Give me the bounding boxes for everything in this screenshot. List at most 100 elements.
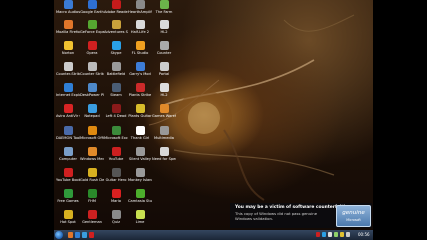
game-icon xyxy=(112,189,121,198)
desktop-icon[interactable]: Notepad xyxy=(80,104,104,124)
game-icon xyxy=(160,41,169,50)
desktop-icon-label: HL2 xyxy=(160,93,168,97)
desktop-icon[interactable]: Games Warehouse xyxy=(152,104,176,124)
desktop-icon[interactable]: Google Earth xyxy=(80,0,104,20)
desktop-icon-label: Gentleman xyxy=(82,220,102,224)
desktop-icon[interactable]: Need for Speed xyxy=(152,147,176,167)
desktop-icon[interactable]: DAEMON Tools Lite xyxy=(56,126,80,146)
desktop-icon-label: Notepad xyxy=(84,114,100,118)
app-icon xyxy=(88,83,97,92)
quick-launch-icon[interactable] xyxy=(89,232,94,238)
desktop-icon[interactable]: Internet Explorer xyxy=(56,83,80,103)
desktop-icon[interactable]: Mario xyxy=(104,189,128,209)
desktop-icon[interactable]: Hot Spot xyxy=(56,210,80,230)
desktop-icon[interactable]: HL2 xyxy=(152,83,176,103)
clock[interactable]: 00:56 xyxy=(358,231,370,239)
desktop-icon[interactable]: Computer xyxy=(56,147,80,167)
desktop-icon-label: Thank Girl xyxy=(130,136,150,140)
desktop-icon[interactable]: Microsoft Office xyxy=(80,126,104,146)
desktop-icon[interactable]: Plants Strike xyxy=(128,83,152,103)
desktop-icon[interactable]: Gold Rush Deluxe xyxy=(80,168,104,188)
desktop-icon[interactable]: Left 4 Dead xyxy=(104,104,128,124)
desktop-icon-label: YouTube xyxy=(108,157,124,161)
app-icon xyxy=(160,104,169,113)
desktop-icon[interactable]: Windows Media xyxy=(80,147,104,167)
app-icon xyxy=(160,62,169,71)
desktop-icon[interactable]: YouTube xyxy=(104,147,128,167)
desktop-icon-label: Plants Strike xyxy=(128,93,152,97)
desktop-icon[interactable]: DeskPower Plus xyxy=(80,83,104,103)
quick-launch-icon[interactable] xyxy=(68,232,73,238)
desktop-icon[interactable]: Quiz xyxy=(104,210,128,230)
desktop-icon[interactable]: FHM xyxy=(80,189,104,209)
desktop-icon[interactable]: Monkey Island xyxy=(128,168,152,188)
desktop-icon-label: FHM xyxy=(88,199,96,203)
app-icon xyxy=(112,210,121,219)
tray-icon[interactable] xyxy=(322,232,326,237)
tray-icon[interactable] xyxy=(328,232,332,237)
desktop-icon[interactable]: Gentleman xyxy=(80,210,104,230)
desktop-icon[interactable]: Battlefield xyxy=(104,62,128,82)
desktop-icon-label: Adobe Reader 9 xyxy=(104,10,128,14)
desktop-icon[interactable]: YouTube Book xyxy=(56,168,80,188)
desktop-icon[interactable]: Adobe Reader 9 xyxy=(104,0,128,20)
desktop-icon[interactable]: Silent Valley xyxy=(128,147,152,167)
desktop-icon[interactable]: Lime xyxy=(128,210,152,230)
desktop-icon[interactable]: Norton xyxy=(56,41,80,61)
daemon-icon xyxy=(64,126,73,135)
game-icon xyxy=(136,62,145,71)
desktop-icon-label: DeskPower Plus xyxy=(80,93,104,97)
desktop-icon[interactable]: Counter xyxy=(152,41,176,61)
desktop-icon-label: Counter-Strike xyxy=(56,72,80,76)
desktop-icon-label: Games Warehouse xyxy=(152,114,176,118)
desktop-icon[interactable]: HearthAmplify Freeloader xyxy=(128,0,152,20)
app-icon xyxy=(136,0,145,9)
desktop-icon[interactable]: Plants Guitar xyxy=(128,104,152,124)
desktop-icon[interactable]: Free Games xyxy=(56,189,80,209)
desktop-icon[interactable]: Steam xyxy=(104,83,128,103)
desktop-icon[interactable]: Multimedia xyxy=(152,126,176,146)
desktop-icon[interactable]: GeForce Experience xyxy=(80,20,104,40)
desktop-icon[interactable]: Half-Life 2 xyxy=(128,20,152,40)
desktop-icon[interactable]: Macro Audiosurf xyxy=(56,0,80,20)
desktop-icon[interactable]: Avira AntiVir Control Center xyxy=(56,104,80,124)
desktop-icon-label: YouTube Book xyxy=(56,178,80,182)
desktop-icon[interactable]: HL2 xyxy=(152,20,176,40)
quick-launch-icon[interactable] xyxy=(75,232,80,238)
ie-icon xyxy=(64,83,73,92)
desktop-icon[interactable]: Skype xyxy=(104,41,128,61)
desktop-icon[interactable]: Guitar Hero xyxy=(104,168,128,188)
desktop-icon-label: Free Games xyxy=(57,199,79,203)
desktop-icon[interactable]: Counter-Strike xyxy=(56,62,80,82)
firefox-icon xyxy=(64,20,73,29)
game-icon xyxy=(136,83,145,92)
desktop-icon-label: Mario xyxy=(111,199,121,203)
game-icon xyxy=(112,20,121,29)
app-icon xyxy=(88,210,97,219)
desktop-icon[interactable]: Mozilla Firefox xyxy=(56,20,80,40)
genuine-badge[interactable]: genuine Microsoft xyxy=(336,205,371,227)
desktop-icon[interactable]: Portal xyxy=(152,62,176,82)
quick-launch-icon[interactable] xyxy=(82,232,87,238)
desktop-icon-label: Camtasia Studio 5 xyxy=(128,199,152,203)
tray-icon[interactable] xyxy=(316,232,320,237)
desktop-icon[interactable]: Opera xyxy=(80,41,104,61)
desktop-icon[interactable]: Counter Strike xyxy=(80,62,104,82)
desktop-icon[interactable]: FL Studio xyxy=(128,41,152,61)
desktop-icon-label: Left 4 Dead xyxy=(105,114,127,118)
desktop-icon[interactable]: Microsoft Excel xyxy=(104,126,128,146)
tray-icon[interactable] xyxy=(334,232,338,237)
game-icon xyxy=(136,104,145,113)
desktop-icon[interactable]: Garry's Mod xyxy=(128,62,152,82)
tray-icon[interactable] xyxy=(346,232,350,237)
start-button[interactable] xyxy=(55,231,63,239)
desktop-icon-label: FL Studio xyxy=(131,51,149,55)
desktop-icon[interactable]: Thank Girl xyxy=(128,126,152,146)
desktop-icon-label: Google Earth xyxy=(80,10,104,14)
tray-icon[interactable] xyxy=(340,232,344,237)
desktop-icon[interactable]: Adventures Spring xyxy=(104,20,128,40)
desktop-icon[interactable]: The Farm xyxy=(152,0,176,20)
camtasia-icon xyxy=(136,189,145,198)
desktop-icon[interactable]: Camtasia Studio 5 xyxy=(128,189,152,209)
genuine-validation-notice[interactable]: You may be a victim of software counterf… xyxy=(230,203,372,228)
